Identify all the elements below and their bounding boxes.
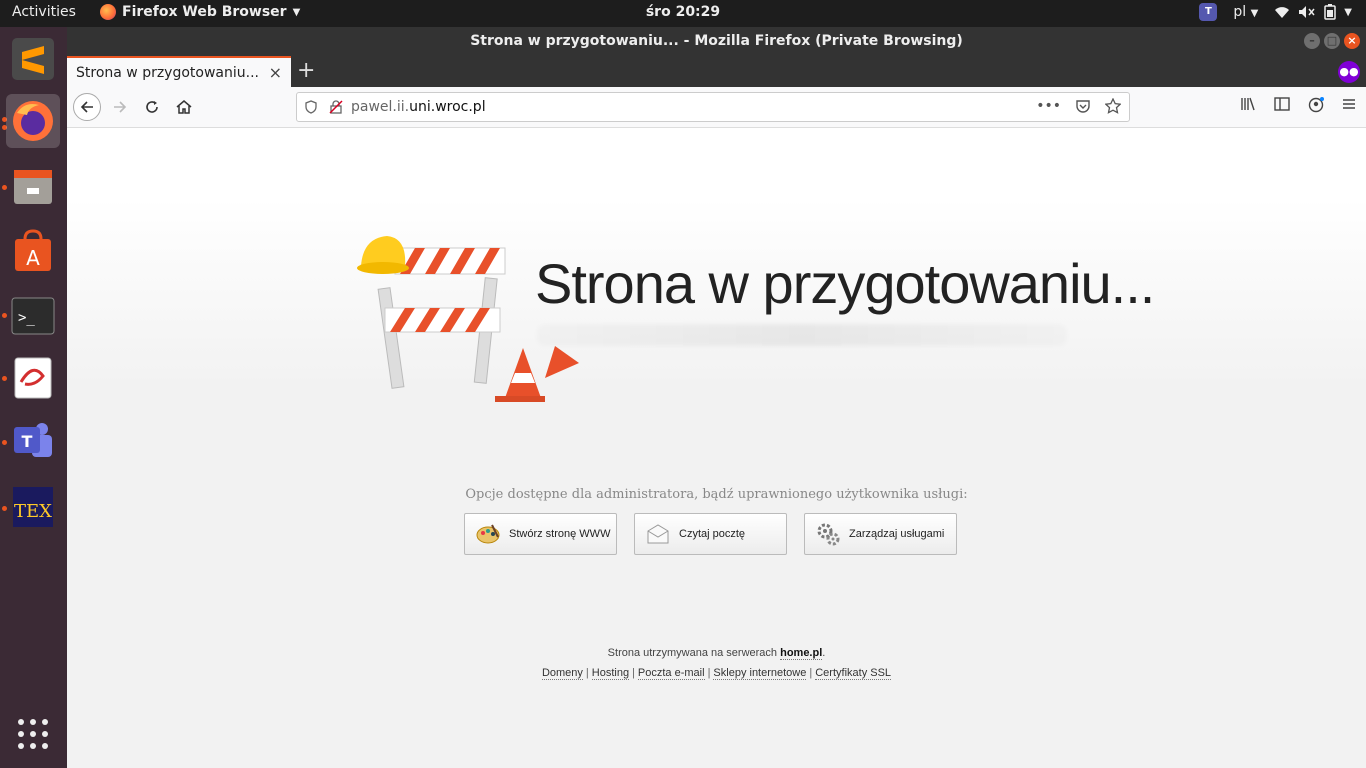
arrow-left-icon — [80, 101, 93, 113]
reload-button[interactable] — [138, 93, 166, 121]
svg-text:A: A — [26, 246, 40, 270]
create-website-label: Stwórz stronę WWW — [509, 528, 611, 540]
dock-texmaker[interactable]: TEX — [6, 480, 60, 534]
home-button[interactable] — [170, 93, 198, 121]
svg-text:TEX: TEX — [14, 501, 52, 522]
maximize-button[interactable]: □ — [1324, 33, 1340, 49]
shield-icon[interactable] — [305, 100, 317, 114]
window-titlebar[interactable]: Strona w przygotowaniu... - Mozilla Fire… — [67, 27, 1366, 56]
window-title: Strona w przygotowaniu... - Mozilla Fire… — [470, 33, 963, 49]
chevron-down-icon: ▼ — [292, 6, 301, 18]
terminal-icon: >_ — [11, 297, 55, 335]
hosting-note-text: Strona utrzymywana na serwerach — [607, 647, 778, 659]
sublime-text-icon — [12, 38, 54, 80]
reload-icon — [146, 101, 158, 113]
admin-actions: Stwórz stronę WWW Czytaj pocztę Zarządza… — [464, 513, 957, 555]
dock-document-viewer[interactable] — [6, 351, 60, 405]
language-indicator[interactable]: pl ▼ — [1233, 4, 1258, 20]
volume-muted-icon — [1299, 6, 1315, 18]
insecure-lock-icon[interactable] — [329, 100, 343, 114]
texmaker-icon: TEX — [13, 487, 53, 527]
admin-options-text: Opcje dostępne dla administratora, bądź … — [465, 487, 968, 502]
app-menu[interactable]: Firefox Web Browser ▼ — [100, 4, 300, 20]
wifi-icon — [1275, 7, 1290, 18]
system-tray: T pl ▼ ▼ — [1199, 3, 1352, 21]
chevron-down-icon: ▼ — [1250, 8, 1259, 19]
navigation-toolbar: pawel.ii.uni.wroc.pl ••• — [67, 87, 1366, 128]
battery-icon — [1324, 4, 1337, 20]
app-grid-icon — [18, 719, 48, 749]
manage-services-label: Zarządzaj usługami — [849, 528, 945, 540]
language-label: pl — [1233, 4, 1247, 20]
show-applications-button[interactable] — [6, 707, 60, 761]
chevron-down-icon: ▼ — [1344, 6, 1352, 18]
url-bar[interactable]: pawel.ii.uni.wroc.pl ••• — [296, 92, 1130, 122]
firefox-icon — [100, 4, 116, 20]
dock-software-center[interactable]: A — [6, 224, 60, 278]
bookmark-star-icon[interactable] — [1105, 98, 1121, 114]
close-tab-icon[interactable]: × — [269, 63, 282, 82]
page-content: Strona w przygotowaniu... Opcje dostępne… — [67, 128, 1366, 768]
paint-palette-icon — [475, 521, 501, 547]
dock-firefox[interactable] — [6, 94, 60, 148]
gears-icon — [815, 521, 841, 547]
hero-title: Strona w przygotowaniu... — [535, 252, 1155, 315]
document-viewer-icon — [14, 357, 52, 399]
svg-text:T: T — [22, 432, 33, 451]
read-mail-button[interactable]: Czytaj pocztę — [634, 513, 787, 555]
dock-sublime-text[interactable] — [6, 32, 60, 86]
arrow-right-icon — [114, 101, 127, 113]
footer-link-hosting[interactable]: Hosting — [591, 667, 630, 680]
tab-bar: Strona w przygotowaniu... × + ●● — [67, 56, 1366, 87]
private-browsing-icon: ●● — [1338, 61, 1360, 83]
footer-links: Domeny | Hosting | Poczta e-mail | Sklepy inte… — [541, 667, 892, 680]
dock: A >_ T TEX — [0, 27, 67, 768]
hero-title-reflection — [537, 324, 1067, 346]
window-controls: – □ × — [1304, 33, 1360, 49]
footer-link-domains[interactable]: Domeny — [541, 667, 583, 680]
create-website-button[interactable]: Stwórz stronę WWW — [464, 513, 617, 555]
account-icon[interactable] — [1308, 97, 1324, 113]
new-tab-button[interactable]: + — [297, 58, 315, 83]
envelope-icon — [645, 521, 671, 547]
back-button[interactable] — [73, 93, 101, 121]
firefox-window: Strona w przygotowaniu... - Mozilla Fire… — [67, 27, 1366, 768]
forward-button[interactable] — [106, 93, 134, 121]
minimize-button[interactable]: – — [1304, 33, 1320, 49]
url-subdomain: pawel.ii. — [351, 99, 410, 115]
tab-title: Strona w przygotowaniu... — [76, 64, 259, 81]
hamburger-menu-icon[interactable] — [1342, 97, 1356, 111]
dock-terminal[interactable]: >_ — [6, 289, 60, 343]
firefox-icon — [13, 101, 53, 141]
files-icon — [14, 170, 52, 204]
sidebar-icon[interactable] — [1274, 97, 1290, 111]
page-actions-icon[interactable]: ••• — [1036, 98, 1061, 114]
tab-active[interactable]: Strona w przygotowaniu... × — [67, 56, 291, 87]
top-bar: Activities Firefox Web Browser ▼ śro 20:… — [0, 0, 1366, 27]
footer-link-shops[interactable]: Sklepy internetowe — [713, 667, 807, 680]
clock[interactable]: śro 20:29 — [646, 4, 720, 20]
software-center-icon: A — [15, 229, 51, 271]
svg-text:>_: >_ — [18, 310, 35, 326]
url-text: pawel.ii.uni.wroc.pl — [351, 99, 486, 115]
hosting-note: Strona utrzymywana na serwerach home.pl. — [607, 647, 826, 660]
app-name-label: Firefox Web Browser — [122, 4, 287, 20]
home-icon — [176, 100, 192, 114]
footer-link-ssl[interactable]: Certyfikaty SSL — [815, 667, 892, 680]
pocket-icon[interactable] — [1075, 98, 1091, 114]
read-mail-label: Czytaj pocztę — [679, 528, 746, 540]
system-menu[interactable]: ▼ — [1274, 4, 1352, 20]
dock-teams[interactable]: T — [6, 415, 60, 469]
manage-services-button[interactable]: Zarządzaj usługami — [804, 513, 957, 555]
library-icon[interactable] — [1240, 97, 1256, 111]
close-button[interactable]: × — [1344, 33, 1360, 49]
activities-button[interactable]: Activities — [12, 4, 76, 20]
footer-link-email[interactable]: Poczta e-mail — [637, 667, 705, 680]
home-pl-link[interactable]: home.pl — [780, 647, 823, 660]
dock-files[interactable] — [6, 159, 60, 213]
url-domain: uni.wroc.pl — [409, 99, 486, 115]
teams-icon: T — [14, 423, 52, 457]
teams-tray-icon[interactable]: T — [1199, 3, 1218, 21]
